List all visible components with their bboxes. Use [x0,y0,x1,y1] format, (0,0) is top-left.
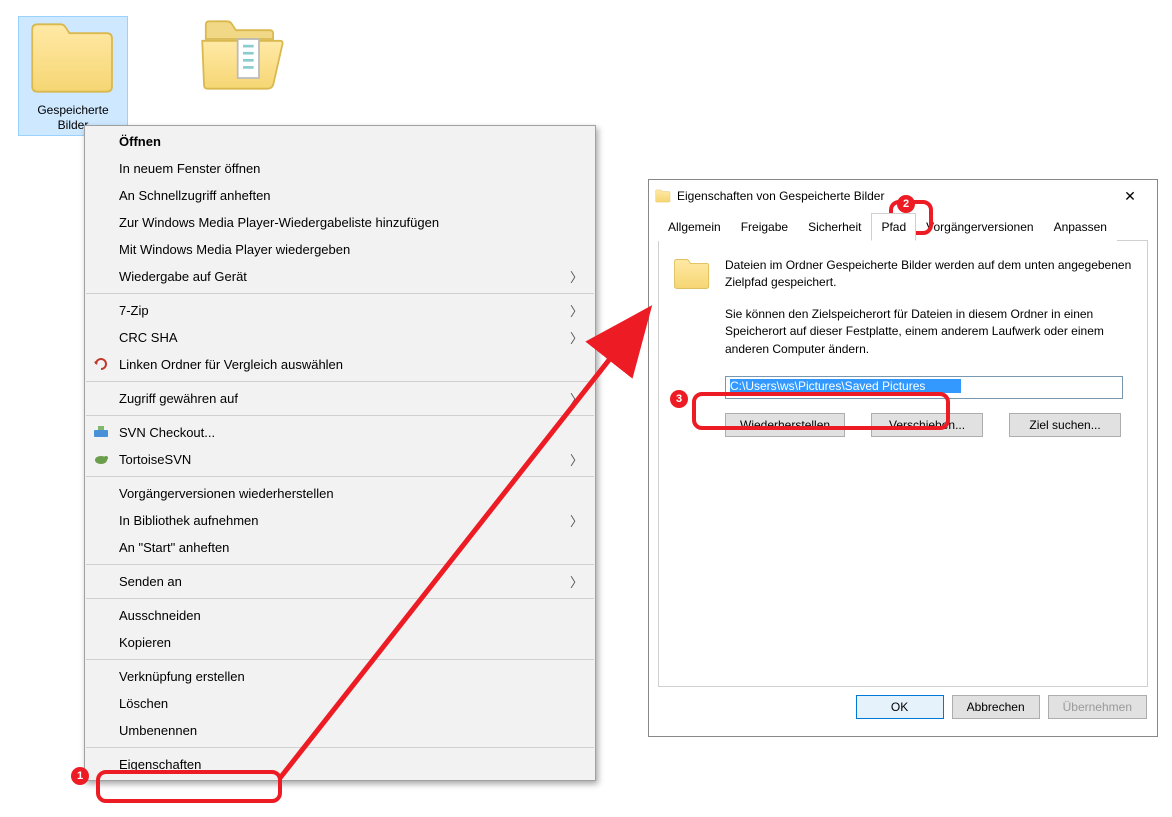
menu-item-label: In Bibliothek aufnehmen [119,513,258,528]
menu-item-label: TortoiseSVN [119,452,191,467]
menu-item[interactable]: Ausschneiden [85,602,595,629]
menu-item-label: An Schnellzugriff anheften [119,188,271,203]
tab-bar: AllgemeinFreigabeSicherheitPfadVorgänger… [658,212,1148,241]
chevron-right-icon: 〉 [570,572,583,591]
menu-item-label: Senden an [119,574,182,589]
menu-item-label: Ausschneiden [119,608,201,623]
svn-icon [93,424,109,440]
context-menu: Öffnen In neuem Fenster öffnen An Schnellz… [84,125,596,781]
apply-button[interactable]: Übernehmen [1048,695,1147,719]
chevron-right-icon: 〉 [570,301,583,320]
menu-item[interactable]: Umbenennen [85,717,595,744]
menu-item[interactable]: Zur Windows Media Player-Wiedergabeliste… [85,209,595,236]
tortoise-icon [93,451,109,467]
menu-item[interactable]: In Bibliothek aufnehmen 〉 [85,507,595,534]
cancel-button[interactable]: Abbrechen [952,695,1040,719]
menu-item-label: Verknüpfung erstellen [119,669,245,684]
menu-item[interactable]: 7-Zip 〉 [85,297,595,324]
folder-icon [673,257,711,291]
chevron-right-icon: 〉 [570,511,583,530]
find-target-button[interactable]: Ziel suchen... [1009,413,1121,437]
move-button[interactable]: Verschieben... [871,413,983,437]
menu-item[interactable]: Linken Ordner für Vergleich auswählen [85,351,595,378]
menu-item-label: Umbenennen [119,723,197,738]
menu-item-label: Zur Windows Media Player-Wiedergabeliste… [119,215,439,230]
tab-anpassen[interactable]: Anpassen [1044,213,1117,241]
menu-item-label: 7-Zip [119,303,149,318]
menu-item[interactable]: Zugriff gewähren auf 〉 [85,385,595,412]
undo-icon [93,356,109,372]
menu-item-label: Wiedergabe auf Gerät [119,269,247,284]
menu-item[interactable]: SVN Checkout... [85,419,595,446]
folder-open-icon [197,16,289,94]
desktop-folder-gespeicherte-bilder[interactable]: Gespeicherte Bilder [18,16,128,136]
menu-item-label: Löschen [119,696,168,711]
menu-item-label: An "Start" anheften [119,540,229,555]
menu-item-label: Vorgängerversionen wiederherstellen [119,486,334,501]
menu-item[interactable]: Verknüpfung erstellen [85,663,595,690]
menu-item[interactable]: An "Start" anheften [85,534,595,561]
menu-item[interactable]: CRC SHA 〉 [85,324,595,351]
menu-item-label: Linken Ordner für Vergleich auswählen [119,357,343,372]
menu-item-label: Zugriff gewähren auf [119,391,238,406]
desktop-folder-2[interactable] [188,16,298,136]
chevron-right-icon: 〉 [570,389,583,408]
chevron-right-icon: 〉 [570,328,583,347]
menu-item[interactable]: TortoiseSVN 〉 [85,446,595,473]
folder-icon [655,188,671,204]
menu-item[interactable]: In neuem Fenster öffnen [85,155,595,182]
menu-item[interactable]: Vorgängerversionen wiederherstellen [85,480,595,507]
menu-item[interactable]: An Schnellzugriff anheften [85,182,595,209]
menu-item[interactable]: Senden an 〉 [85,568,595,595]
chevron-right-icon: 〉 [570,450,583,469]
menu-item[interactable]: Kopieren [85,629,595,656]
path-field-wrapper [725,376,1123,399]
folder-icon [27,19,119,97]
menu-item-label: CRC SHA [119,330,178,345]
menu-item[interactable]: Wiedergabe auf Gerät 〉 [85,263,595,290]
tab-allgemein[interactable]: Allgemein [658,213,731,241]
tab-sicherheit[interactable]: Sicherheit [798,213,871,241]
menu-item-label: Kopieren [119,635,171,650]
tab-freigabe[interactable]: Freigabe [731,213,798,241]
menu-item-label: Eigenschaften [119,757,201,772]
ok-button[interactable]: OK [856,695,944,719]
menu-item-label: Öffnen [119,134,161,149]
dialog-title: Eigenschaften von Gespeicherte Bilder [677,189,884,203]
tab-pane-pfad: Dateien im Ordner Gespeicherte Bilder we… [658,241,1148,687]
pane-info-1: Dateien im Ordner Gespeicherte Bilder we… [725,257,1133,292]
close-button[interactable]: ✕ [1109,182,1151,210]
tab-pfad[interactable]: Pfad [871,213,916,241]
properties-dialog: Eigenschaften von Gespeicherte Bilder ✕ … [648,179,1158,737]
menu-item-label: In neuem Fenster öffnen [119,161,260,176]
menu-item[interactable]: Eigenschaften [85,751,595,778]
menu-item[interactable]: Löschen [85,690,595,717]
menu-item-label: Mit Windows Media Player wiedergeben [119,242,350,257]
menu-item[interactable]: Öffnen [85,128,595,155]
chevron-right-icon: 〉 [570,267,583,286]
path-input[interactable] [730,379,961,393]
restore-button[interactable]: Wiederherstellen [725,413,845,437]
menu-item-label: SVN Checkout... [119,425,215,440]
pane-info-2: Sie können den Zielspeicherort für Datei… [725,306,1133,358]
dialog-titlebar: Eigenschaften von Gespeicherte Bilder ✕ [649,180,1157,212]
tab-vorgängerversionen[interactable]: Vorgängerversionen [916,213,1043,241]
menu-item[interactable]: Mit Windows Media Player wiedergeben [85,236,595,263]
